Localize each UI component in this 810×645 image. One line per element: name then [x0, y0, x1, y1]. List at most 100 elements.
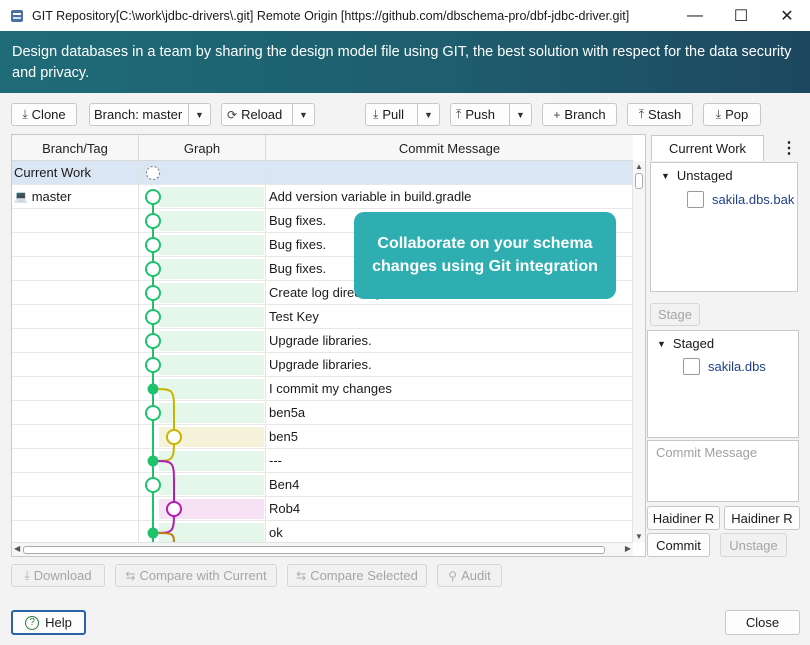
- branch-cell: [12, 425, 139, 448]
- commit-node: [145, 189, 161, 205]
- tab-current-work[interactable]: Current Work: [651, 135, 764, 161]
- commit-message-cell: ok: [266, 521, 633, 544]
- unstage-button[interactable]: Unstage: [720, 533, 787, 557]
- author-email-field[interactable]: Haidiner R: [724, 506, 800, 530]
- commit-node: [145, 309, 161, 325]
- table-row[interactable]: ben5a: [12, 401, 633, 425]
- table-row[interactable]: ---: [12, 449, 633, 473]
- upload-icon: ⤒: [638, 107, 645, 121]
- unstage-label: Unstage: [729, 537, 778, 553]
- merge-node: [147, 527, 159, 539]
- new-branch-label: Branch: [564, 107, 606, 122]
- branch-cell: [12, 209, 139, 232]
- stash-button[interactable]: ⤒ Stash: [627, 103, 693, 126]
- maximize-button[interactable]: ☐: [718, 0, 764, 31]
- working-copy-node: [145, 165, 161, 181]
- author-name-field[interactable]: Haidiner R: [647, 506, 720, 530]
- author-name-label: Haidiner R: [652, 510, 715, 526]
- column-header-graph[interactable]: Graph: [139, 135, 266, 161]
- compare-selected-button[interactable]: ⇆ Compare Selected: [287, 564, 427, 587]
- branch-select[interactable]: Branch: master ▼: [89, 103, 211, 126]
- new-branch-button[interactable]: + Branch: [542, 103, 617, 126]
- help-button[interactable]: ? Help: [11, 610, 86, 635]
- commit-message-input[interactable]: Commit Message: [647, 440, 799, 502]
- table-row[interactable]: Ben4: [12, 473, 633, 497]
- unstaged-header[interactable]: ▼ Unstaged: [661, 168, 733, 183]
- triangle-down-icon[interactable]: ▼: [657, 339, 666, 349]
- staged-header[interactable]: ▼ Staged: [657, 336, 714, 351]
- table-row[interactable]: Current Work: [12, 161, 633, 185]
- reload-button[interactable]: ⟳ Reload ▼: [221, 103, 315, 126]
- branch-cell: 💻 master: [12, 185, 139, 208]
- staged-file-item[interactable]: sakila.dbs: [683, 358, 766, 375]
- compare-current-button[interactable]: ⇆ Compare with Current: [115, 564, 277, 587]
- branch-cell: [12, 353, 139, 376]
- branch-cell: Current Work: [12, 161, 139, 184]
- download-button[interactable]: ⤓ Download: [11, 564, 105, 587]
- table-row[interactable]: ben5: [12, 425, 633, 449]
- branch-cell: [12, 257, 139, 280]
- column-header-message[interactable]: Commit Message: [266, 135, 633, 161]
- chevron-down-icon[interactable]: ▼: [417, 104, 439, 125]
- pull-button[interactable]: ⤓ Pull ▼: [365, 103, 440, 126]
- vertical-scrollbar[interactable]: ▲ ▼: [632, 161, 645, 542]
- upload-icon: ⤒: [456, 107, 462, 121]
- branch-cell: [12, 473, 139, 496]
- horizontal-scroll-thumb[interactable]: [23, 546, 605, 554]
- chevron-down-icon[interactable]: ▼: [188, 104, 210, 125]
- staged-file-checkbox[interactable]: [683, 358, 700, 375]
- chevron-down-icon[interactable]: ▼: [292, 104, 314, 125]
- commit-table[interactable]: Branch/Tag Graph Commit Message Current …: [11, 134, 646, 557]
- vertical-scroll-thumb[interactable]: [635, 173, 643, 189]
- commit-node: [145, 405, 161, 421]
- table-row[interactable]: I commit my changes: [12, 377, 633, 401]
- download-icon: ⤓: [22, 107, 28, 121]
- unstaged-file-checkbox[interactable]: [687, 191, 704, 208]
- download-icon: ⤓: [24, 568, 30, 582]
- commit-node: [145, 477, 161, 493]
- chevron-down-icon[interactable]: ▼: [509, 104, 531, 125]
- row-highlight: [159, 307, 264, 327]
- unstaged-file-item[interactable]: sakila.dbs.bak: [687, 191, 794, 208]
- table-row[interactable]: Rob4: [12, 497, 633, 521]
- row-highlight: [159, 331, 264, 351]
- staged-label: Staged: [672, 336, 715, 351]
- user-icon: ⚲: [448, 568, 458, 583]
- row-highlight: [159, 187, 264, 207]
- row-highlight: [159, 259, 264, 279]
- pop-button[interactable]: ⤓ Pop: [703, 103, 761, 126]
- commit-button[interactable]: Commit: [647, 533, 710, 557]
- commit-message-cell: Upgrade libraries.: [266, 353, 633, 376]
- audit-button[interactable]: ⚲ Audit: [437, 564, 502, 587]
- chevron-left-icon[interactable]: ◀: [14, 544, 20, 553]
- chevron-right-icon[interactable]: ▶: [625, 544, 631, 553]
- table-row[interactable]: Upgrade libraries.: [12, 329, 633, 353]
- computer-icon: 💻: [14, 191, 28, 203]
- chevron-down-icon[interactable]: ▼: [635, 532, 643, 541]
- close-window-button[interactable]: ✕: [764, 0, 810, 31]
- table-row[interactable]: 💻 master Add version variable in build.gra…: [12, 185, 633, 209]
- push-button[interactable]: ⤒ Push ▼: [450, 103, 532, 126]
- table-row[interactable]: Test Key: [12, 305, 633, 329]
- more-options-icon[interactable]: ⋮: [778, 137, 800, 159]
- author-email-label: Haidiner R: [731, 510, 793, 526]
- horizontal-scrollbar[interactable]: ◀ ▶: [12, 542, 633, 556]
- table-row[interactable]: Upgrade libraries.: [12, 353, 633, 377]
- info-banner: Design databases in a team by sharing th…: [0, 31, 810, 93]
- stage-button[interactable]: Stage: [650, 303, 700, 326]
- minimize-button[interactable]: —: [672, 0, 718, 31]
- commit-node: [166, 429, 182, 445]
- column-header-branch[interactable]: Branch/Tag: [12, 135, 139, 161]
- staged-panel: ▼ Staged sakila.dbs: [647, 330, 799, 438]
- chevron-up-icon[interactable]: ▲: [635, 162, 643, 171]
- download-icon: ⤓: [373, 107, 379, 121]
- row-highlight: [159, 235, 264, 255]
- row-highlight: [159, 283, 264, 303]
- clone-button[interactable]: ⤓ Clone: [11, 103, 77, 126]
- merge-node: [147, 455, 159, 467]
- triangle-down-icon[interactable]: ▼: [661, 171, 670, 181]
- branch-select-label: Branch: master: [94, 107, 183, 122]
- branch-cell: [12, 305, 139, 328]
- commit-node: [145, 285, 161, 301]
- close-button[interactable]: Close: [725, 610, 800, 635]
